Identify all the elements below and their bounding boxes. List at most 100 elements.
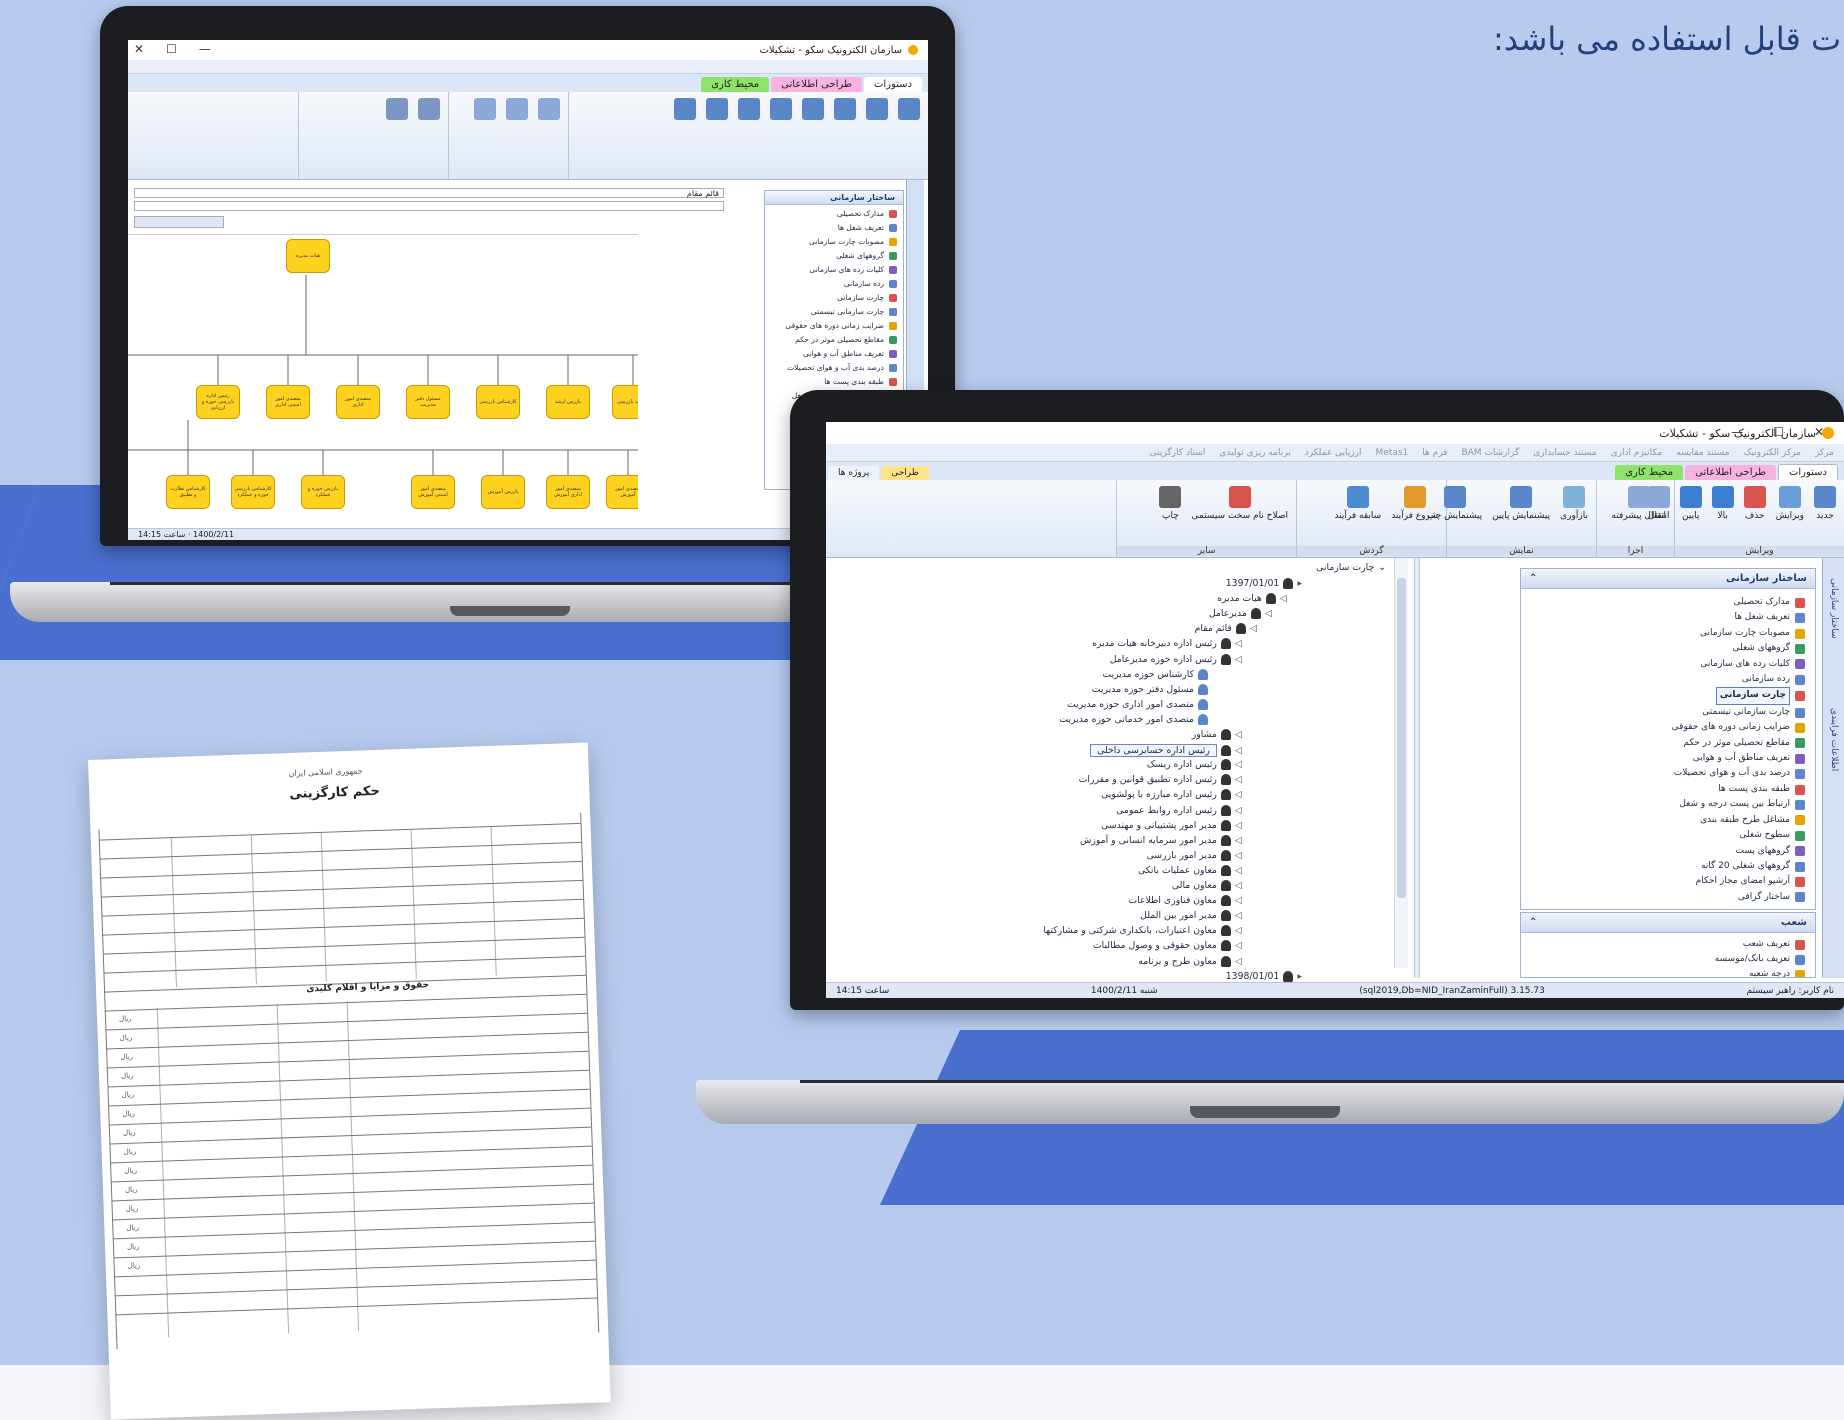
- chart-root-node[interactable]: هیات مدیره: [286, 239, 330, 273]
- ribbon-button[interactable]: پیشنمایش پایین: [1492, 486, 1550, 521]
- sidebar-item[interactable]: آرشیو امضای مجاز احکام: [1521, 874, 1815, 889]
- top-tab[interactable]: فرم ها: [1422, 448, 1447, 458]
- ribbon-button[interactable]: اصلاح نام سخت سیستمی: [1191, 486, 1288, 521]
- expand-icon[interactable]: ◁: [1235, 638, 1242, 649]
- tree-node[interactable]: ◁ معاون اعتبارات، بانکداری شرکتی و مشارکت…: [1043, 925, 1242, 937]
- front-tab-workspace[interactable]: محیط کاری: [1615, 465, 1684, 480]
- sidebar-item[interactable]: درصد بدی آب و هوای تحصیلات: [1521, 766, 1815, 781]
- layout-icon[interactable]: [802, 98, 824, 120]
- maximize-icon[interactable]: ☐: [1773, 425, 1784, 439]
- save-chart-icon[interactable]: [418, 98, 440, 120]
- tree-node[interactable]: ◁ مدیر امور سرمایه انسانی و آموزش: [1080, 834, 1242, 846]
- expand-icon[interactable]: ◁: [1235, 895, 1242, 906]
- ribbon-button[interactable]: ویرایش: [1776, 486, 1804, 521]
- ribbon-button[interactable]: پایین: [1679, 486, 1702, 521]
- scroll-thumb[interactable]: [1397, 578, 1406, 898]
- top-tab[interactable]: اسناد کارگزینی: [1150, 448, 1206, 458]
- expand-icon[interactable]: ◁: [1235, 654, 1242, 665]
- expand-icon[interactable]: ◁: [1235, 865, 1242, 876]
- chart-node[interactable]: متصدی امور اداری آموزش: [546, 475, 590, 509]
- zoom-fit-icon[interactable]: [474, 98, 496, 120]
- sidebar-item[interactable]: چارت سازمانی تیسمتی: [765, 305, 903, 319]
- expand-icon[interactable]: ◁: [1235, 759, 1242, 770]
- expand-icon[interactable]: ◁: [1235, 789, 1242, 800]
- sidebar-item[interactable]: چارت سازمانی: [1521, 687, 1815, 705]
- tree-node[interactable]: ◁ مدیرعامل: [1209, 608, 1272, 620]
- sidebar-item[interactable]: مصوبات چارت سازمانی: [1521, 626, 1815, 641]
- expand-icon[interactable]: ◁: [1235, 835, 1242, 846]
- tree-node[interactable]: مسئول دفتر حوزه مدیریت: [1092, 683, 1212, 695]
- front-tab-projects[interactable]: پروژه ها: [828, 466, 880, 480]
- sidebar-item[interactable]: مشاغل طرح طبقه بندی: [1521, 813, 1815, 828]
- layout-icon[interactable]: [674, 98, 696, 120]
- top-tab[interactable]: مستند حسابداری: [1533, 448, 1596, 458]
- sidebar-item[interactable]: مدارک تحصیلی: [1521, 595, 1815, 610]
- close-icon[interactable]: ✕: [134, 42, 144, 56]
- tree-node[interactable]: ◁ رئیس اداره حسابرسی داخلی: [1090, 744, 1242, 758]
- minimize-icon[interactable]: —: [1731, 425, 1743, 439]
- front-scrollbar[interactable]: [1394, 558, 1408, 968]
- expand-icon[interactable]: ◁: [1235, 940, 1242, 951]
- close-icon[interactable]: ✕: [1814, 425, 1824, 439]
- top-tab[interactable]: مستند مقایسه: [1676, 448, 1729, 458]
- tree-node[interactable]: ◁ رئیس اداره مبارزه با پولشویی: [1101, 789, 1242, 801]
- sidebar-item[interactable]: مصوبات چارت سازمانی: [765, 235, 903, 249]
- sidebar-item[interactable]: چارت سازمانی: [765, 291, 903, 305]
- sidebar-item[interactable]: تعریف شغل ها: [765, 221, 903, 235]
- top-tab[interactable]: Metas1: [1376, 448, 1409, 458]
- layout-icon[interactable]: [834, 98, 856, 120]
- chart-node[interactable]: متصدی امور اداری: [336, 385, 380, 419]
- tree-node[interactable]: ◁ مدیر امور بین الملل: [1140, 910, 1242, 922]
- tree-node[interactable]: متصدی امور اداری حوزه مدیریت: [1067, 698, 1212, 710]
- tree-node[interactable]: ◁ معاون مالی: [1172, 880, 1242, 891]
- minimize-icon[interactable]: —: [199, 42, 211, 56]
- tree-node[interactable]: ◁ هیات مدیره: [1217, 593, 1287, 605]
- chart-node[interactable]: متصدی امور امنیتی اداری: [266, 385, 310, 419]
- tree-node[interactable]: ◁ قائم مقام: [1195, 623, 1257, 635]
- tree-node[interactable]: ◁ رئیس اداره ریسک: [1147, 759, 1242, 771]
- expand-icon[interactable]: ◁: [1235, 850, 1242, 861]
- chevron-down-icon[interactable]: ⌄: [1378, 562, 1386, 573]
- ribbon-button[interactable]: حذف: [1743, 486, 1766, 521]
- tree-node[interactable]: ◁ رئیس اداره دبیرخانه هیات مدیره: [1092, 638, 1242, 650]
- print-icon[interactable]: [386, 98, 408, 120]
- expand-icon[interactable]: ◁: [1235, 774, 1242, 785]
- collapse-icon[interactable]: ⌃: [1529, 917, 1537, 928]
- tree-node[interactable]: متصدی امور خدماتی حوزه مدیریت: [1059, 713, 1212, 725]
- tree-node[interactable]: ◁ رئیس اداره روابط عمومی: [1116, 804, 1242, 816]
- sidebar-item[interactable]: گروههای پست: [1521, 844, 1815, 859]
- front-tab-design[interactable]: طراحی اطلاعاتی: [1685, 465, 1776, 480]
- chart-node[interactable]: کارشناس بازرسی حوزه و عملکرد: [231, 475, 275, 509]
- top-tab[interactable]: ارزیابی عملکرد: [1305, 448, 1362, 458]
- ribbon-button[interactable]: جدید: [1814, 486, 1836, 521]
- sidebar-item[interactable]: درجه شعبه: [1521, 967, 1815, 977]
- top-tab[interactable]: مکانیزم اداری: [1611, 448, 1663, 458]
- top-tab[interactable]: مرکز الکترونیک: [1744, 448, 1801, 458]
- expand-icon[interactable]: ◁: [1265, 608, 1272, 619]
- expand-icon[interactable]: ◁: [1235, 880, 1242, 891]
- expand-icon[interactable]: ◁: [1235, 729, 1242, 740]
- tree-node[interactable]: کارشناس حوزه مدیریت: [1102, 668, 1212, 680]
- chart-node[interactable]: بازرس ارشد: [546, 385, 590, 419]
- sidebar-item[interactable]: گروههای شغلی: [1521, 641, 1815, 656]
- chart-node[interactable]: بازرس آموزش: [481, 475, 525, 509]
- top-tab[interactable]: گزارشات BAM: [1461, 448, 1519, 458]
- expand-icon[interactable]: ◁: [1235, 820, 1242, 831]
- chart-node[interactable]: متصدی امور آموزش: [606, 475, 638, 509]
- sidebar-item[interactable]: ارتباط بین پست درجه و شغل: [1521, 797, 1815, 812]
- layout-icon[interactable]: [770, 98, 792, 120]
- tree-node[interactable]: ◁ مشاور: [1192, 729, 1242, 740]
- sidebar-item[interactable]: طبقه بندی پست ها: [765, 375, 903, 389]
- sidebar-item[interactable]: تعریف بانک/موسسه: [1521, 952, 1815, 967]
- expand-icon[interactable]: ◁: [1280, 593, 1287, 604]
- expand-icon[interactable]: ◁: [1235, 745, 1242, 756]
- top-tab[interactable]: برنامه ریزی تولیدی: [1219, 448, 1290, 458]
- sidebar-item[interactable]: کلیات رده های سازمانی: [1521, 657, 1815, 672]
- sidebar-item[interactable]: درصد بدی آب و هوای تحصیلات: [765, 361, 903, 375]
- expand-icon[interactable]: ◁: [1235, 925, 1242, 936]
- sidebar-item[interactable]: گروههای شغلی 20 گانه: [1521, 859, 1815, 874]
- expand-icon[interactable]: ◁: [1235, 805, 1242, 816]
- sidebar-item[interactable]: طبقه بندی پست ها: [1521, 782, 1815, 797]
- ribbon-button[interactable]: بازآوری: [1560, 486, 1588, 521]
- collapse-icon[interactable]: ⌃: [1529, 573, 1537, 584]
